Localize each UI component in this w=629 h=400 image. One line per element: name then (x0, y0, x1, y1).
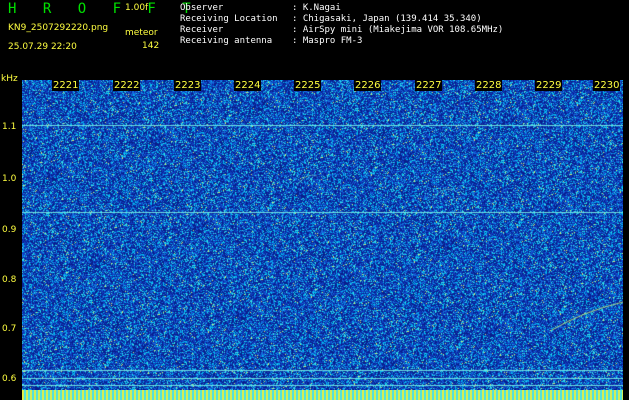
y-tick-label: 0.7 (2, 324, 17, 334)
minute-label: 2223 (174, 80, 202, 91)
minute-label: 2228 (475, 80, 503, 91)
info-row-antenna: Receiving antenna: Maspro FM-3 (180, 36, 363, 46)
info-row-location: Receiving Location: Chigasaki, Japan (13… (180, 14, 482, 24)
minute-label: 2221 (52, 80, 80, 91)
app-title: H R O F F T (8, 1, 200, 17)
observation-info: Observer: K.Nagai Receiving Location: Ch… (180, 3, 503, 47)
minute-label: 2227 (415, 80, 443, 91)
y-tick-label: 0.6 (2, 374, 17, 384)
version-label: 1.00f (125, 3, 149, 13)
minute-label: 2225 (294, 80, 322, 91)
header-panel: H R O F F T 1.00f KN9_2507292220.png met… (0, 0, 629, 80)
spectrogram-canvas (22, 80, 623, 390)
meteor-count: 142 (142, 41, 160, 51)
minute-label: 2222 (113, 80, 141, 91)
spectrogram-plot[interactable] (22, 80, 623, 390)
minute-label: 2230 (593, 80, 621, 91)
y-tick-label: 1.1 (2, 122, 17, 132)
minute-label: 2224 (234, 80, 262, 91)
frequency-unit-label: kHz (1, 74, 18, 84)
minute-label: 2226 (354, 80, 382, 91)
filename-label: KN9_2507292220.png (8, 23, 109, 33)
datetime-label: 25.07.29 22:20 (8, 42, 77, 52)
info-row-observer: Observer: K.Nagai (180, 3, 341, 13)
y-tick-label: 0.8 (2, 275, 17, 285)
time-marker-bar (22, 390, 623, 400)
minute-label: 2229 (535, 80, 563, 91)
y-tick-label: 0.9 (2, 225, 17, 235)
y-tick-label: 1.0 (2, 174, 17, 184)
info-row-receiver: Receiver: AirSpy mini (Miakejima VOR 108… (180, 25, 504, 35)
meteor-label: meteor (125, 28, 158, 38)
time-marker-canvas (22, 390, 623, 400)
